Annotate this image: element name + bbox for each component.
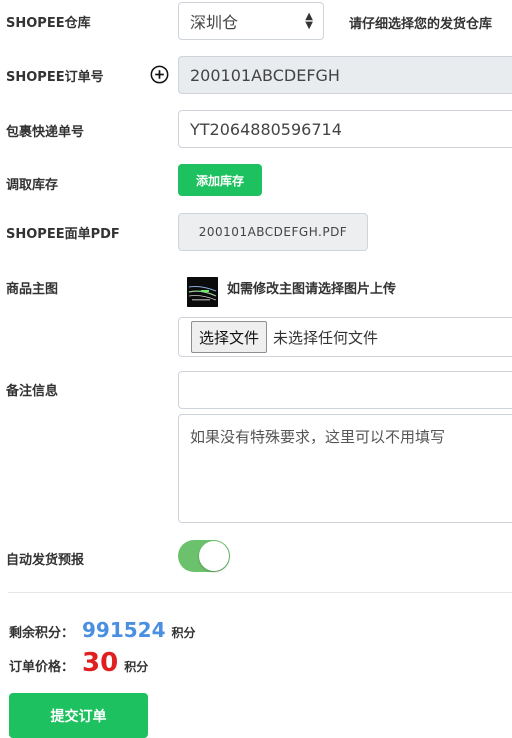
warehouse-hint: 请仔细选择您的发货仓库 xyxy=(349,17,493,32)
order-no-value: 200101ABCDEFGH xyxy=(190,65,340,85)
pdf-label: SHOPEE面单PDF xyxy=(6,227,120,242)
submit-order-button[interactable]: 提交订单 xyxy=(9,693,148,738)
remarks-label: 备注信息 xyxy=(6,384,59,399)
select-arrows-icon: ▲ ▼ xyxy=(305,11,313,31)
price-row: 订单价格： 30 积分 xyxy=(9,648,148,678)
points-label: 剩余积分： xyxy=(9,626,75,641)
points-unit: 积分 xyxy=(171,626,196,640)
warehouse-label: SHOPEE仓库 xyxy=(6,16,91,31)
points-row: 剩余积分： 991524 积分 xyxy=(9,618,196,642)
price-unit: 积分 xyxy=(124,660,149,674)
choose-file-button[interactable]: 选择文件 xyxy=(191,321,268,353)
remarks-input[interactable] xyxy=(178,371,512,409)
price-value: 30 xyxy=(82,648,119,678)
main-image-label: 商品主图 xyxy=(6,282,59,297)
price-label: 订单价格： xyxy=(9,660,75,675)
add-circle-icon[interactable] xyxy=(150,65,169,84)
tracking-value: YT2064880596714 xyxy=(190,119,342,139)
order-no-label: SHOPEE订单号 xyxy=(6,70,104,85)
divider xyxy=(8,592,512,593)
remarks-textarea[interactable]: 如果没有特殊要求，这里可以不用填写 xyxy=(178,414,512,523)
warehouse-selected-value: 深圳仓 xyxy=(190,13,239,32)
main-image-file-input[interactable]: 选择文件 未选择任何文件 xyxy=(178,317,512,357)
main-image-hint: 如需修改主图请选择图片上传 xyxy=(227,282,397,297)
order-no-field[interactable]: 200101ABCDEFGH xyxy=(178,56,512,94)
main-image-thumbnail xyxy=(187,277,218,307)
auto-report-label: 自动发货预报 xyxy=(6,553,85,568)
pdf-file-button[interactable]: 200101ABCDEFGH.PDF xyxy=(178,213,368,251)
tracking-input[interactable]: YT2064880596714 xyxy=(178,110,512,148)
file-status-text: 未选择任何文件 xyxy=(273,328,379,347)
inventory-label: 调取库存 xyxy=(6,178,59,193)
auto-report-toggle[interactable] xyxy=(178,540,230,572)
add-inventory-button[interactable]: 添加库存 xyxy=(178,164,262,196)
warehouse-select[interactable]: 深圳仓 ▲ ▼ xyxy=(178,2,324,40)
points-value: 991524 xyxy=(82,618,166,642)
toggle-knob xyxy=(199,541,229,571)
tracking-label: 包裹快递单号 xyxy=(6,125,85,140)
remarks-textarea-placeholder: 如果没有特殊要求，这里可以不用填写 xyxy=(190,428,446,446)
